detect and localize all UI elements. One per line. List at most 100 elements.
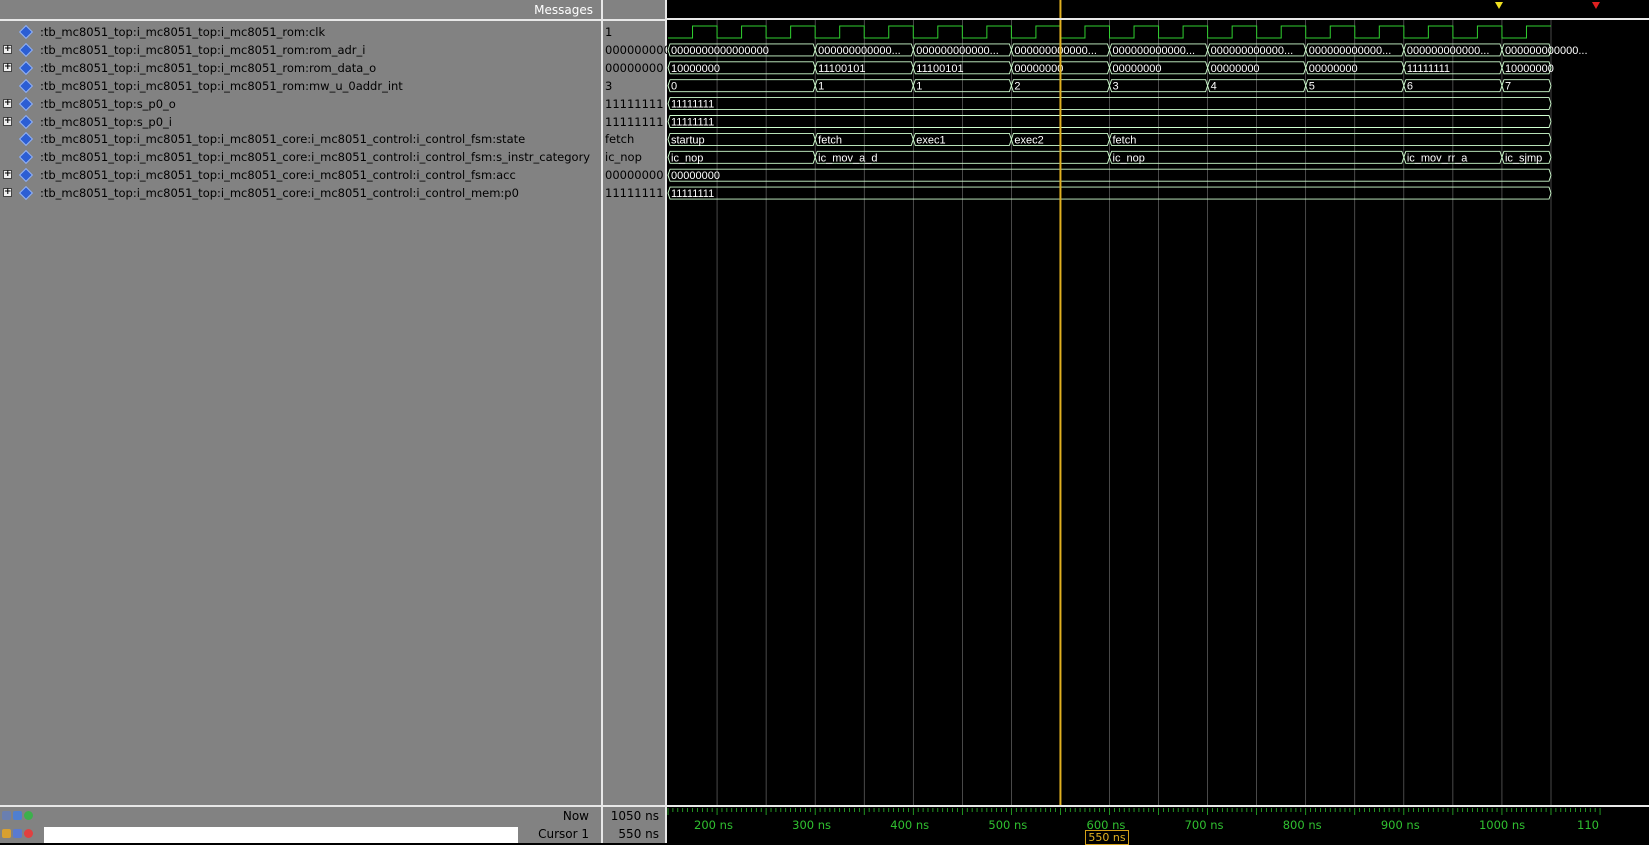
wave-window[interactable]: 0000000000000000 000000000000... 000000000… — [667, 0, 1649, 805]
values-header — [603, 0, 665, 21]
bus-value-label: 00000000 — [1211, 63, 1260, 75]
signal-row[interactable]: +:tb_mc8051_top:i_mc8051_top:i_mc8051_co… — [0, 184, 601, 202]
signal-row[interactable]: +:tb_mc8051_top:s_p0_o — [0, 95, 601, 113]
bus-value-label: 000000000000... — [1309, 45, 1392, 57]
add-icon[interactable] — [24, 811, 33, 820]
signal-value: 11111111 — [605, 114, 664, 129]
bus-value-label: 4 — [1211, 81, 1217, 93]
bus-value-label: 0000000000000000 — [671, 45, 769, 57]
signal-name: :tb_mc8051_top:i_mc8051_top:i_mc8051_cor… — [40, 132, 526, 147]
bus-value-label: fetch — [1113, 134, 1137, 146]
toolbar-icons — [2, 810, 35, 823]
signal-value: 000000000000000 — [605, 42, 667, 57]
signal-row[interactable]: :tb_mc8051_top:i_mc8051_top:i_mc8051_cor… — [0, 130, 601, 148]
bus-value-label: 0 — [671, 81, 677, 93]
signal-diamond-icon — [18, 168, 34, 183]
bus-value-label: ic_sjmp — [1505, 152, 1542, 164]
bus-segment — [667, 79, 816, 93]
expand-icon[interactable]: + — [3, 62, 12, 72]
ruler-tick-label: 300 ns — [792, 818, 832, 832]
signal-name: :tb_mc8051_top:i_mc8051_top:i_mc8051_cor… — [40, 168, 516, 183]
cursor-name-field[interactable] — [44, 827, 518, 843]
bus-value-label: 10000000 — [1505, 63, 1554, 75]
expand-icon[interactable]: + — [3, 170, 12, 180]
bus-value-label: 00000000 — [671, 170, 720, 182]
monitor-icon[interactable] — [13, 811, 22, 820]
bus-value-label: 000000000000... — [1407, 45, 1490, 57]
signal-row[interactable]: + :tb_mc8051_top:i_mc8051_top:i_mc8051_co… — [0, 166, 601, 184]
signal-row[interactable]: :tb_mc8051_top:i_mc8051_top:i_mc8051_rom… — [0, 77, 601, 95]
bus-value-label: 000000000000... — [1113, 45, 1196, 57]
messages-label: Messages — [534, 3, 593, 17]
clock-waveform — [668, 25, 1551, 39]
bus-value-label: 1 — [818, 81, 824, 93]
expand-icon[interactable]: + — [3, 44, 12, 54]
signal-name: :tb_mc8051_top:i_mc8051_top:i_mc8051_rom… — [40, 60, 377, 75]
bus-value-label: ic_mov_rr_a — [1407, 152, 1468, 164]
signal-value: 3 — [605, 78, 613, 93]
signal-value: 00000000 — [605, 60, 664, 75]
signal-value: 11111111 — [605, 186, 664, 201]
cursor-label: Cursor 1 — [538, 827, 589, 841]
bus-segment — [1109, 132, 1552, 146]
signal-row[interactable]: :tb_mc8051_top:i_mc8051_top:i_mc8051_cor… — [0, 148, 601, 166]
red-marker-icon[interactable] — [1592, 2, 1600, 9]
bus-value-label: 7 — [1505, 81, 1511, 93]
bus-value-label: 10000000 — [671, 63, 720, 75]
signal-diamond-icon — [18, 186, 34, 201]
ruler-tick-label: 800 ns — [1282, 818, 1322, 832]
now-row: Now — [0, 805, 601, 825]
ruler-tick-label: 1000 ns — [1478, 818, 1526, 832]
signal-name: :tb_mc8051_top:i_mc8051_top:i_mc8051_rom… — [40, 42, 366, 57]
bus-value-label: 000000000000... — [1505, 45, 1588, 57]
ruler-tick-label: 900 ns — [1380, 818, 1420, 832]
ruler-tick-label: 110 — [1577, 818, 1599, 832]
wrench-icon[interactable] — [13, 829, 22, 838]
signal-row[interactable]: + :tb_mc8051_top:i_mc8051_top:i_mc8051_ro… — [0, 59, 601, 77]
signal-row[interactable]: :tb_mc8051_top:i_mc8051_top:i_mc8051_rom… — [0, 23, 601, 41]
signal-diamond-icon — [18, 132, 34, 147]
signal-diamond-icon — [18, 60, 34, 75]
bus-value-label: 11100101 — [818, 63, 865, 75]
ruler-tick-label: 200 ns — [694, 818, 733, 832]
bus-value-label: ic_nop — [671, 152, 703, 164]
signal-diamond-icon — [18, 150, 34, 165]
expand-icon[interactable]: + — [3, 116, 12, 126]
signal-row[interactable]: + :tb_mc8051_top:s_p0_i — [0, 113, 601, 131]
signal-diamond-icon — [18, 114, 34, 129]
signal-icon[interactable] — [2, 811, 11, 820]
bus-value-label: 000000000000... — [1014, 45, 1097, 57]
bus-value-label: 00000000 — [1014, 63, 1063, 75]
yellow-marker-icon[interactable] — [1495, 2, 1503, 9]
bus-value-label: 1 — [916, 81, 922, 93]
messages-header: Messages — [0, 0, 601, 21]
signal-name: :tb_mc8051_top:s_p0_i — [40, 114, 172, 129]
bus-value-label: 5 — [1309, 81, 1315, 93]
expand-icon[interactable]: + — [3, 188, 12, 198]
delete-icon[interactable] — [24, 829, 33, 838]
cursor-value[interactable]: 550 ns — [603, 825, 665, 843]
bus-value-label: ic_mov_a_d — [818, 152, 877, 164]
ruler-tick-label: 400 ns — [890, 818, 930, 832]
bus-value-label: 3 — [1113, 81, 1119, 93]
bus-value-label: 000000000000... — [818, 45, 901, 57]
bus-value-label: ic_nop — [1113, 152, 1145, 164]
bus-value-label: 11111111 — [1407, 63, 1450, 75]
expand-icon[interactable]: + — [3, 98, 12, 108]
bus-value-label: 11111111 — [671, 99, 714, 111]
time-ruler[interactable]: 200 ns 300 ns 400 ns 500 ns 600 ns 700 ns 800 … — [667, 805, 1649, 843]
bus-value-label: 11111111 — [671, 188, 714, 200]
signal-diamond-icon — [18, 96, 34, 111]
signal-diamond-icon — [18, 24, 34, 40]
ruler-tick-label: 500 ns — [988, 818, 1028, 832]
now-value: 1050 ns — [603, 805, 665, 823]
bus-value-label: 11100101 — [916, 63, 963, 75]
signal-row[interactable]: + :tb_mc8051_top:i_mc8051_top:i_mc8051_ro… — [0, 41, 601, 59]
bus-value-label: 000000000000... — [916, 45, 999, 57]
bus-value-label: 00000000 — [1309, 63, 1358, 75]
bus-value-label: fetch — [818, 134, 842, 146]
signal-value: 00000000 — [605, 168, 664, 183]
signal-diamond-icon — [18, 42, 34, 57]
bus-value-label: 6 — [1407, 81, 1413, 93]
lock-icon[interactable] — [2, 829, 11, 838]
